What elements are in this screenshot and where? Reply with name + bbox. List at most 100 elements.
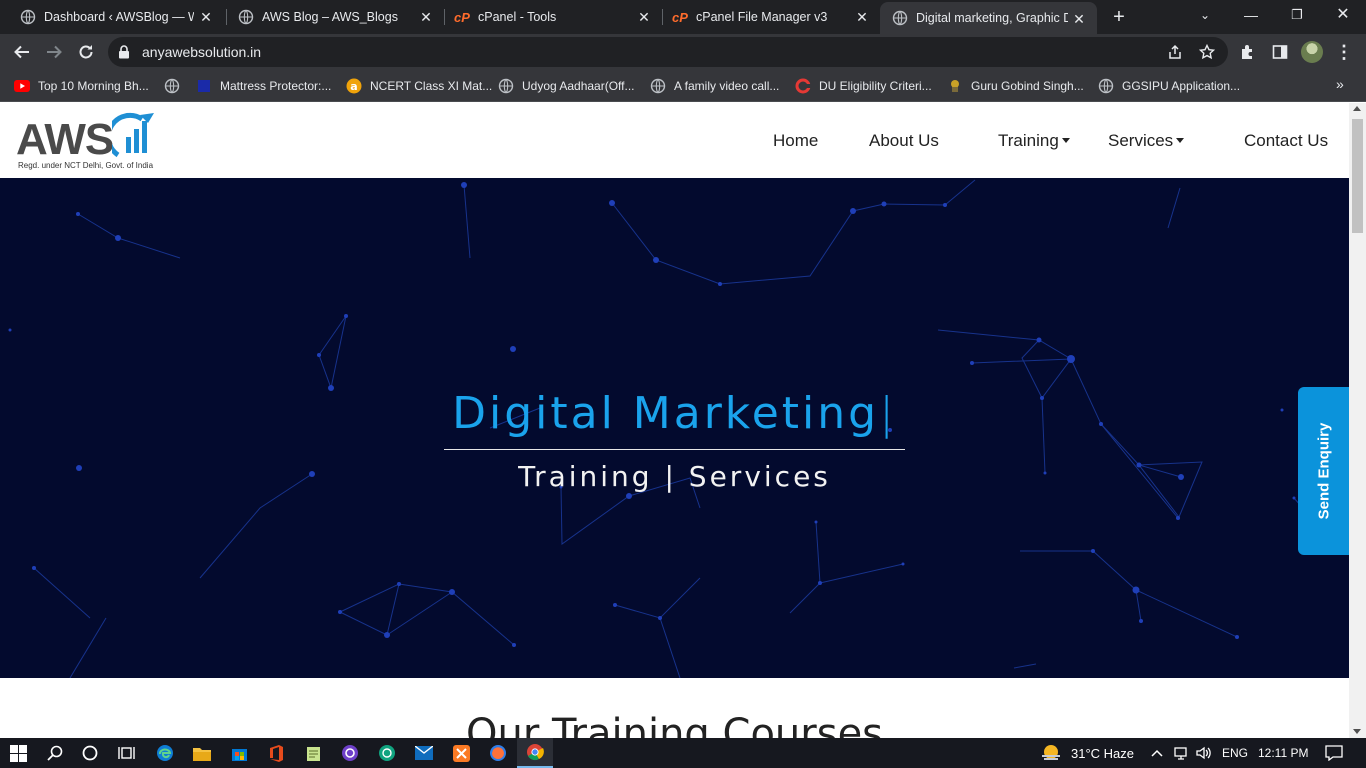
profile-avatar[interactable]: [1301, 41, 1323, 63]
reload-icon[interactable]: [74, 40, 98, 64]
close-icon[interactable]: ✕: [198, 9, 214, 25]
bookmark-item[interactable]: DU Eligibility Criteri...: [795, 76, 932, 96]
bookmark-label: A family video call...: [674, 79, 780, 93]
chatgpt-icon[interactable]: [376, 742, 398, 764]
chevron-up-icon[interactable]: [1146, 742, 1168, 764]
hero-divider: [444, 449, 905, 450]
share-icon[interactable]: [1167, 44, 1183, 60]
chevron-double-right-icon[interactable]: »: [1336, 76, 1344, 92]
bookmark-item[interactable]: GGSIPU Application...: [1098, 76, 1240, 96]
page-scrollbar[interactable]: [1349, 103, 1366, 738]
mail-icon[interactable]: [413, 742, 435, 764]
red-c-icon: [795, 78, 811, 94]
tab-title: cPanel File Manager v3: [696, 10, 828, 24]
new-tab-button[interactable]: +: [1108, 6, 1130, 28]
search-icon[interactable]: [44, 742, 66, 764]
hero-title: Digital Marketing|: [0, 388, 1349, 439]
clock-time[interactable]: 12:11 PM: [1258, 746, 1308, 760]
chrome-icon[interactable]: [517, 738, 553, 768]
windows-start-icon[interactable]: [7, 742, 29, 764]
nav-about[interactable]: About Us: [869, 131, 939, 151]
restore-icon[interactable]: ❐: [1274, 0, 1320, 32]
office-icon[interactable]: [265, 742, 287, 764]
cpanel-icon: cP: [672, 9, 688, 25]
back-icon[interactable]: [10, 40, 34, 64]
hero-title-text: Digital Marketing: [452, 388, 880, 439]
nav-home[interactable]: Home: [773, 131, 818, 151]
bookmark-star-icon[interactable]: [1199, 44, 1215, 60]
hero-banner: Digital Marketing| Training | Services S…: [0, 178, 1349, 678]
browser-tab-active[interactable]: Digital marketing, Graphic De ✕: [880, 2, 1097, 34]
browser-tab[interactable]: cP cPanel - Tools ✕: [434, 0, 662, 34]
tab-search-icon[interactable]: ⌄: [1182, 0, 1228, 32]
caret-down-icon: [1061, 138, 1070, 143]
bookmark-item[interactable]: A family video call...: [650, 76, 779, 96]
network-icon[interactable]: [1170, 742, 1192, 764]
bookmark-label: Top 10 Morning Bh...: [38, 79, 149, 93]
globe-icon: [238, 9, 254, 25]
logo-word: AWS: [16, 115, 114, 164]
browser-tab-strip: Dashboard ‹ AWSBlog — Wo ✕ AWS Blog – AW…: [0, 0, 1366, 34]
scroll-thumb[interactable]: [1352, 119, 1363, 233]
browser-toolbar: anyawebsolution.in ⋮: [0, 34, 1366, 70]
language-indicator[interactable]: ENG: [1222, 746, 1248, 760]
tab-title: Digital marketing, Graphic De: [916, 11, 1068, 25]
svg-text:a: a: [350, 80, 357, 93]
bookmark-item[interactable]: Mattress Protector:...: [196, 76, 331, 96]
browser-tab[interactable]: Dashboard ‹ AWSBlog — Wo ✕: [0, 0, 224, 34]
menu-kebab-icon[interactable]: ⋮: [1334, 42, 1354, 62]
browser-tab[interactable]: AWS Blog – AWS_Blogs ✕: [218, 0, 444, 34]
bookmark-item[interactable]: [164, 76, 188, 96]
bookmark-flag-icon: [196, 78, 212, 94]
task-view-icon[interactable]: [115, 742, 137, 764]
bookmark-item[interactable]: Udyog Aadhaar(Off...: [498, 76, 635, 96]
nav-services[interactable]: Services: [1108, 131, 1185, 151]
bookmarks-bar: Top 10 Morning Bh... Mattress Protector:…: [0, 70, 1366, 102]
youtube-icon: [14, 78, 30, 94]
minimize-icon[interactable]: —: [1228, 0, 1274, 32]
browser-tab[interactable]: cP cPanel File Manager v3 ✕: [652, 0, 880, 34]
firefox-icon[interactable]: [487, 742, 509, 764]
lock-icon[interactable]: [118, 45, 130, 64]
file-explorer-icon[interactable]: [191, 742, 213, 764]
bookmark-label: Guru Gobind Singh...: [971, 79, 1084, 93]
globe-icon: [892, 10, 908, 26]
notepad-icon[interactable]: [302, 742, 324, 764]
section-title-training-courses: Our Training Courses: [465, 711, 884, 738]
edge-icon[interactable]: [154, 742, 176, 764]
web-page: AWS Regd. under NCT Delhi, Govt. of Indi…: [0, 103, 1349, 738]
nav-contact[interactable]: Contact Us: [1244, 131, 1328, 151]
scroll-up-icon[interactable]: [1353, 106, 1361, 111]
nav-training[interactable]: Training: [998, 131, 1070, 151]
address-bar[interactable]: anyawebsolution.in: [108, 37, 1228, 67]
site-logo[interactable]: AWS Regd. under NCT Delhi, Govt. of Indi…: [16, 111, 161, 173]
close-icon[interactable]: ✕: [418, 9, 434, 25]
weather-text[interactable]: 31°C Haze: [1071, 746, 1134, 761]
volume-icon[interactable]: [1193, 742, 1215, 764]
xampp-icon[interactable]: [450, 742, 472, 764]
scroll-down-icon[interactable]: [1353, 729, 1361, 734]
bookmark-item[interactable]: Top 10 Morning Bh...: [14, 76, 149, 96]
github-desktop-icon[interactable]: [339, 742, 361, 764]
forward-icon[interactable]: [42, 40, 66, 64]
bookmark-item[interactable]: a NCERT Class XI Mat...: [346, 76, 492, 96]
close-icon[interactable]: ✕: [636, 9, 652, 25]
close-icon[interactable]: ✕: [854, 9, 870, 25]
notifications-icon[interactable]: [1323, 742, 1345, 764]
globe-icon: [1098, 78, 1114, 94]
store-icon[interactable]: [228, 742, 250, 764]
cortana-icon[interactable]: [79, 742, 101, 764]
bookmark-item[interactable]: Guru Gobind Singh...: [947, 76, 1084, 96]
extensions-icon[interactable]: [1238, 42, 1258, 62]
side-panel-icon[interactable]: [1270, 42, 1290, 62]
globe-icon: [498, 78, 514, 94]
cpanel-icon: cP: [454, 9, 470, 25]
tab-title: Dashboard ‹ AWSBlog — Wo: [44, 10, 194, 24]
nav-training-label: Training: [998, 131, 1059, 150]
send-enquiry-button[interactable]: Send Enquiry: [1298, 387, 1349, 555]
weather-haze-icon[interactable]: [1040, 742, 1062, 764]
globe-icon: [20, 9, 36, 25]
close-window-icon[interactable]: ✕: [1320, 0, 1366, 32]
close-icon[interactable]: ✕: [1071, 11, 1087, 27]
globe-icon: [164, 78, 180, 94]
